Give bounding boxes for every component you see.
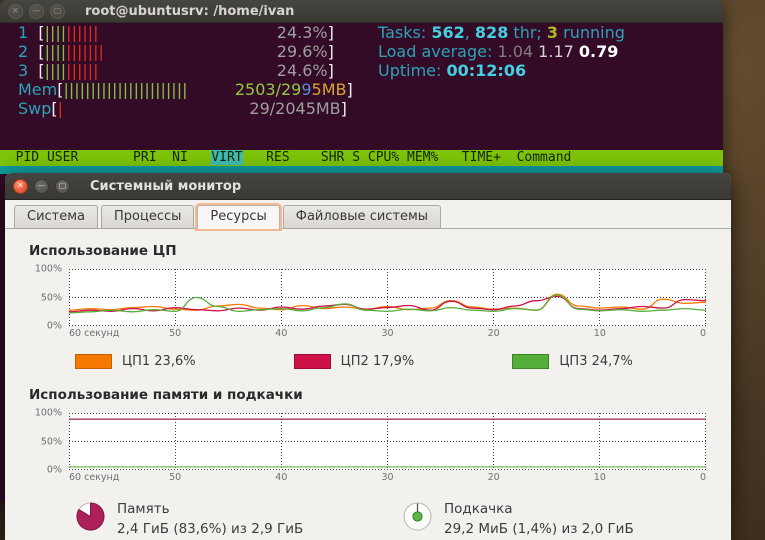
cpu2-meter: 2 [|||||||||||29.6%] [18,42,353,61]
tab-file-systems[interactable]: Файловые системы [283,205,441,228]
x-tick-label: 30 [381,328,393,339]
swap-meter: Swp[|29/2045MB] [18,99,353,118]
virt-column-selected: VIRT [211,150,242,165]
memory-value: 2,4 ГиБ (83,6%) из 2,9 ГиБ [117,519,303,539]
tasks-line: Tasks: 562, 828 thr; 3 running [378,23,625,42]
close-icon[interactable]: ✕ [8,4,23,19]
x-tick-label: 40 [275,328,287,339]
swap-pie-icon [402,501,433,532]
cpu-section-title: Использование ЦП [29,243,731,259]
x-tick-label: 20 [488,472,500,483]
cpu1-color-swatch [75,354,112,369]
desktop-background: ✕ — ▢ root@ubuntusrv: /home/ivan 1 [||||… [0,0,765,540]
x-tick-label: 10 [594,472,606,483]
tab-bar: Система Процессы Ресурсы Файловые систем… [5,200,731,229]
system-monitor-window: ✕ — ▢ Системный монитор Система Процессы… [5,173,731,540]
cpu3-color-swatch [512,354,549,369]
minimize-icon[interactable]: — [34,179,49,194]
htop-stats: Tasks: 562, 828 thr; 3 running Load aver… [378,23,625,80]
y-tick-label: 50% [41,292,62,303]
terminal-titlebar[interactable]: ✕ — ▢ root@ubuntusrv: /home/ivan [0,0,723,23]
memory-x-axis-labels: 60 секунд 50 40 30 20 10 0 [69,472,706,485]
close-icon[interactable]: ✕ [13,179,28,194]
memory-label: Память [117,499,303,519]
mem-meter: Mem[|||||||||||||||||||||||2503/2995MB] [18,80,353,99]
x-tick-label: 60 секунд [69,472,119,483]
y-tick-label: 0% [47,465,62,476]
maximize-icon[interactable]: ▢ [55,179,70,194]
y-tick-label: 50% [41,436,62,447]
tab-processes[interactable]: Процессы [101,205,194,228]
x-tick-label: 30 [381,472,393,483]
memory-legend: Память 2,4 ГиБ (83,6%) из 2,9 ГиБ Подкач… [75,499,731,539]
cpu-legend: ЦП1 23,6% ЦП2 17,9% ЦП3 24,7% [75,354,731,369]
cpu3-legend-item: ЦП3 24,7% [512,354,731,369]
htop-cpu-meters: 1 [||||||||||24.3%] 2 [|||||||||||29.6%]… [18,23,353,118]
x-tick-label: 10 [594,328,606,339]
swap-value: 29,2 МиБ (1,4%) из 2,0 ГиБ [444,519,634,539]
cpu2-legend-item: ЦП2 17,9% [294,354,513,369]
monitor-titlebar[interactable]: ✕ — ▢ Системный монитор [5,173,731,200]
chart-canvas [69,269,706,326]
maximize-icon[interactable]: ▢ [50,4,65,19]
chart-canvas [69,413,706,470]
htop-column-header: PID USER PRI NI VIRT RES SHR S CPU% MEM%… [0,150,723,166]
cpu2-legend-label: ЦП2 17,9% [341,354,415,369]
cpu-usage-chart [69,269,706,326]
cpu3-legend-label: ЦП3 24,7% [559,354,633,369]
cpu3-meter: 3 [||||||||||24.6%] [18,61,353,80]
x-tick-label: 20 [488,328,500,339]
memory-swap-chart [69,413,706,470]
load-average-line: Load average: 1.04 1.17 0.79 [378,42,625,61]
y-tick-label: 100% [35,264,62,275]
cpu1-legend-label: ЦП1 23,6% [122,354,196,369]
cpu1-meter: 1 [||||||||||24.3%] [18,23,353,42]
window-title: Системный монитор [90,179,241,194]
y-tick-label: 0% [47,321,62,332]
x-tick-label: 60 секунд [69,328,119,339]
swap-label: Подкачка [444,499,634,519]
memory-pie-icon [75,501,106,532]
tab-resources[interactable]: Ресурсы [197,205,279,229]
memory-chart-group: 100%50%0% 60 секунд 50 40 30 20 10 0 [29,413,731,485]
resources-panel: Использование ЦП 100%50%0% 60 секунд5040… [5,229,731,539]
cpu-chart-group: 100%50%0% 60 секунд 50 40 30 20 10 0 [29,269,731,341]
y-tick-label: 100% [35,408,62,419]
cpu-x-axis-labels: 60 секунд 50 40 30 20 10 0 [69,328,706,341]
minimize-icon[interactable]: — [29,4,44,19]
x-tick-label: 50 [169,472,181,483]
x-tick-label: 0 [700,328,706,339]
cpu1-legend-item: ЦП1 23,6% [75,354,294,369]
cpu-y-axis-labels: 100%50%0% [29,269,69,326]
x-tick-label: 0 [700,472,706,483]
memory-legend-item: Память 2,4 ГиБ (83,6%) из 2,9 ГиБ [75,499,402,539]
x-tick-label: 50 [169,328,181,339]
cpu2-color-swatch [294,354,331,369]
x-tick-label: 40 [275,472,287,483]
terminal-title: root@ubuntusrv: /home/ivan [85,4,294,19]
tab-system[interactable]: Система [14,205,98,228]
uptime-line: Uptime: 00:12:06 [378,61,625,80]
swap-legend-item: Подкачка 29,2 МиБ (1,4%) из 2,0 ГиБ [402,499,729,539]
memory-y-axis-labels: 100%50%0% [29,413,69,470]
memory-section-title: Использование памяти и подкачки [29,387,731,403]
